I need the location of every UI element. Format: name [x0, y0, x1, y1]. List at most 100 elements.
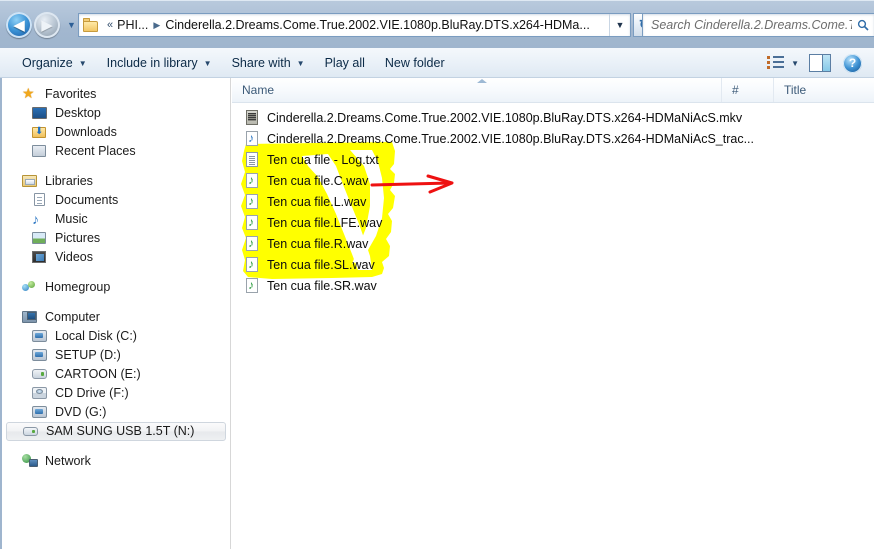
back-button[interactable]: ◀	[6, 12, 32, 38]
toolbar-item-label: Share with	[231, 56, 291, 70]
recent-pages-dropdown[interactable]: ▼	[65, 17, 78, 33]
sidebar-group-label: Favorites	[45, 87, 97, 102]
table-row[interactable]: Ten cua file.R.wav	[232, 233, 874, 254]
sidebar-group-separator	[0, 267, 230, 278]
toolbar-item-new-folder[interactable]: New folder	[375, 52, 455, 74]
file-name: Ten cua file.SL.wav	[267, 257, 375, 272]
toolbar-item-label: Play all	[324, 56, 365, 70]
search-input[interactable]: Search Cinderella.2.Dreams.Come.Tru...	[651, 18, 852, 32]
file-list-pane[interactable]: Name # Title Cinderella.2.Dreams.Come.Tr…	[232, 78, 874, 549]
sidebar-item-label: Desktop	[55, 106, 101, 121]
sidebar-group-favorites[interactable]: ★ Favorites	[0, 85, 230, 104]
sidebar-item-label: Local Disk (C:)	[55, 329, 137, 344]
file-name: Ten cua file.SR.wav	[267, 278, 377, 293]
sidebar-group-libraries[interactable]: Libraries	[0, 172, 230, 191]
navigation-buttons: ◀ ▶ ▼	[6, 12, 78, 38]
help-icon[interactable]: ?	[843, 53, 862, 73]
help-glyph: ?	[848, 56, 857, 70]
table-row[interactable]: Ten cua file.SR.wav	[232, 275, 874, 296]
sidebar-item-setup-d[interactable]: SETUP (D:)	[0, 346, 230, 365]
search-box[interactable]: Search Cinderella.2.Dreams.Come.Tru...	[642, 13, 874, 37]
sidebar-group-homegroup[interactable]: Homegroup	[0, 278, 230, 297]
sidebar-item-recent-places[interactable]: Recent Places	[0, 142, 230, 161]
sidebar-item-sam-sung-usb-1-5t-n[interactable]: SAM SUNG USB 1.5T (N:)	[6, 422, 226, 441]
file-name: Cinderella.2.Dreams.Come.True.2002.VIE.1…	[267, 131, 755, 146]
chevron-down-icon: ▼	[296, 58, 305, 68]
view-layout-icon[interactable]	[765, 54, 787, 72]
preview-pane-icon[interactable]	[809, 54, 831, 72]
file-name: Ten cua file.R.wav	[267, 236, 369, 251]
column-headers: Name # Title	[232, 78, 874, 103]
downloads-folder-icon	[32, 125, 49, 140]
sidebar-item-label: DVD (G:)	[55, 405, 107, 420]
forward-button[interactable]: ▶	[34, 12, 60, 38]
wav-audio-file-icon	[246, 130, 260, 147]
sidebar-item-music[interactable]: ♪ Music	[0, 210, 230, 229]
sidebar-item-label: Pictures	[55, 231, 101, 246]
file-name: Ten cua file - Log.txt	[267, 152, 379, 167]
column-header-title-label: Title	[784, 83, 807, 97]
wav-audio-file-icon	[246, 214, 260, 231]
sort-ascending-icon	[476, 79, 487, 83]
chevron-down-icon: ▼	[203, 58, 212, 68]
toolbar-item-share-with[interactable]: Share with ▼	[222, 52, 315, 74]
column-header-name[interactable]: Name	[232, 78, 722, 102]
table-row[interactable]: Ten cua file.SL.wav	[232, 254, 874, 275]
table-row[interactable]: Ten cua file.C.wav	[232, 170, 874, 191]
address-dropdown-icon[interactable]: ▼	[609, 14, 630, 36]
breadcrumb-separator-icon[interactable]: ▶	[148, 20, 165, 31]
music-note-icon: ♪	[32, 211, 39, 227]
sidebar-group-label: Computer	[45, 310, 100, 325]
chevron-down-icon: ▼	[78, 58, 87, 68]
table-row[interactable]: Ten cua file - Log.txt	[232, 149, 874, 170]
breadcrumb-current[interactable]: Cinderella.2.Dreams.Come.True.2002.VIE.1…	[165, 18, 609, 32]
sidebar-item-cartoon-e[interactable]: CARTOON (E:)	[0, 365, 230, 384]
explorer-window: ◀ ▶ ▼ « PHI... ▶ Cinderella.2.Dreams.Com…	[0, 0, 874, 549]
breadcrumb-overflow-icon[interactable]: «	[103, 19, 117, 31]
sidebar-group-computer[interactable]: Computer	[0, 308, 230, 327]
sidebar-item-dvd-g[interactable]: DVD (G:)	[0, 403, 230, 422]
column-header-name-label: Name	[242, 83, 275, 97]
pictures-icon	[32, 231, 49, 246]
sidebar-item-cd-drive-f[interactable]: CD Drive (F:)	[0, 384, 230, 403]
search-icon	[852, 19, 874, 31]
toolbar-item-play-all[interactable]: Play all	[315, 52, 375, 74]
sidebar-item-documents[interactable]: Documents	[0, 191, 230, 210]
hard-disk-icon	[32, 348, 49, 363]
navigation-pane[interactable]: ★ Favorites Desktop Downloads Recent Places L…	[0, 78, 231, 549]
table-row[interactable]: Ten cua file.L.wav	[232, 191, 874, 212]
sidebar-item-pictures[interactable]: Pictures	[0, 229, 230, 248]
cd-drive-icon	[32, 386, 49, 401]
table-row[interactable]: Cinderella.2.Dreams.Come.True.2002.VIE.1…	[232, 128, 874, 149]
toolbar-item-organize[interactable]: Organize ▼	[12, 52, 97, 74]
computer-icon	[22, 310, 39, 325]
sidebar-item-local-disk-c[interactable]: Local Disk (C:)	[0, 327, 230, 346]
homegroup-icon	[22, 280, 39, 295]
sidebar-group-network[interactable]: Network	[0, 452, 230, 471]
command-bar-view-controls: ▼ ?	[765, 48, 868, 78]
view-dropdown-icon[interactable]: ▼	[791, 59, 799, 68]
file-name: Ten cua file.LFE.wav	[267, 215, 383, 230]
sidebar-item-label: Music	[55, 212, 88, 227]
sidebar-group-separator	[0, 297, 230, 308]
sidebar-item-videos[interactable]: Videos	[0, 248, 230, 267]
wav-audio-file-icon	[246, 277, 260, 294]
toolbar-item-include-in-library[interactable]: Include in library ▼	[97, 52, 222, 74]
sidebar-item-desktop[interactable]: Desktop	[0, 104, 230, 123]
mkv-video-file-icon	[246, 109, 260, 126]
toolbar-item-label: Organize	[22, 56, 73, 70]
table-row[interactable]: Ten cua file.LFE.wav	[232, 212, 874, 233]
sidebar-item-downloads[interactable]: Downloads	[0, 123, 230, 142]
toolbar-item-label: Include in library	[106, 56, 198, 70]
file-list: Cinderella.2.Dreams.Come.True.2002.VIE.1…	[232, 103, 874, 296]
table-row[interactable]: Cinderella.2.Dreams.Come.True.2002.VIE.1…	[232, 107, 874, 128]
sidebar-item-label: Recent Places	[55, 144, 136, 159]
sidebar-item-label: Downloads	[55, 125, 117, 140]
address-bar[interactable]: « PHI... ▶ Cinderella.2.Dreams.Come.True…	[78, 13, 631, 37]
breadcrumb-parent[interactable]: PHI...	[117, 18, 148, 32]
sidebar-group-separator	[0, 441, 230, 452]
column-header-title[interactable]: Title	[774, 78, 874, 102]
column-header-number[interactable]: #	[722, 78, 774, 102]
wav-audio-file-icon	[246, 172, 260, 189]
command-bar: Organize ▼ Include in library ▼ Share with ▼ P…	[0, 48, 874, 78]
